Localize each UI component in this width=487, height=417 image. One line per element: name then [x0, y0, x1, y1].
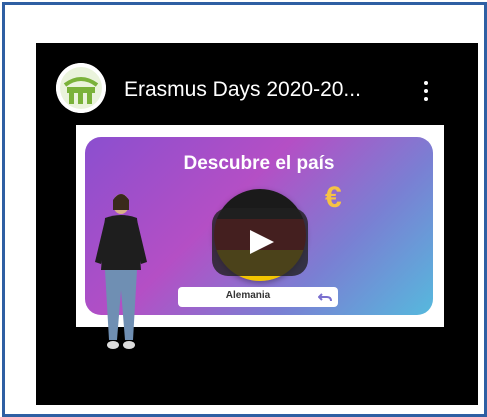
- answer-box: Alemania: [178, 287, 338, 307]
- more-vert-icon[interactable]: [416, 79, 436, 103]
- euro-icon: €: [325, 181, 342, 214]
- video-embed[interactable]: Erasmus Days 2020-20... Descubre el país…: [36, 43, 478, 405]
- play-icon: [250, 230, 274, 254]
- answer-text: Alemania: [225, 290, 271, 301]
- undo-icon: [318, 293, 332, 302]
- presenter-figure: [95, 194, 147, 349]
- play-button[interactable]: [212, 208, 308, 276]
- channel-logo-icon[interactable]: [56, 63, 106, 113]
- slide-heading: Descubre el país: [183, 153, 335, 174]
- video-title[interactable]: Erasmus Days 2020-20...: [124, 78, 394, 102]
- embed-frame: Erasmus Days 2020-20... Descubre el país…: [2, 2, 487, 417]
